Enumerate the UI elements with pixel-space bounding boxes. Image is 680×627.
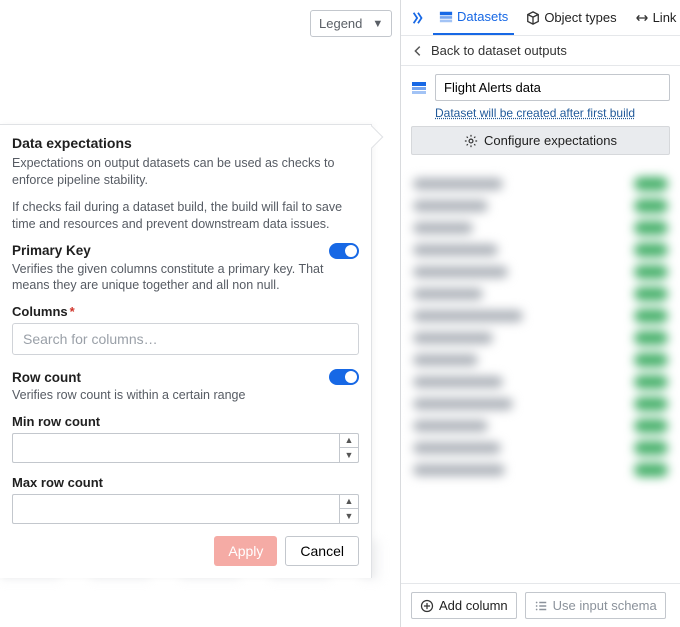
min-row-count-label: Min row count	[12, 414, 359, 429]
primary-key-toggle[interactable]	[329, 243, 359, 259]
dataset-name-input[interactable]	[435, 74, 670, 101]
gear-icon	[464, 134, 478, 148]
max-row-count-up[interactable]: ▲	[340, 495, 358, 509]
columns-search-input[interactable]	[12, 323, 359, 355]
columns-label: Columns*	[12, 304, 359, 319]
min-row-count-up[interactable]: ▲	[340, 434, 358, 448]
legend-dropdown-label: Legend	[319, 16, 362, 31]
configure-expectations-button[interactable]: Configure expectations	[411, 126, 670, 155]
row-count-desc: Verifies row count is within a certain r…	[12, 387, 359, 404]
max-row-count-down[interactable]: ▼	[340, 509, 358, 523]
back-label: Back to dataset outputs	[431, 43, 567, 58]
tab-datasets[interactable]: Datasets	[433, 0, 514, 35]
required-asterisk: *	[70, 304, 75, 319]
right-tabs: Datasets Object types Link types	[401, 0, 680, 36]
dataset-name-row	[401, 66, 680, 105]
primary-key-desc: Verifies the given columns constitute a …	[12, 261, 359, 295]
max-row-count-input[interactable]	[12, 494, 339, 524]
row-count-label: Row count	[12, 370, 81, 385]
panel-pointer	[361, 126, 384, 149]
dataset-icon	[411, 80, 427, 96]
link-types-icon	[635, 11, 649, 25]
max-row-count-spinners: ▲ ▼	[339, 494, 359, 524]
cancel-button[interactable]: Cancel	[285, 536, 359, 566]
columns-label-text: Columns	[12, 304, 68, 319]
use-input-schema-label: Use input schema	[553, 598, 657, 613]
data-expectations-panel: Data expectations Expectations on output…	[0, 124, 372, 578]
expand-icon[interactable]	[409, 9, 427, 27]
tab-datasets-label: Datasets	[457, 9, 508, 24]
panel-desc-1: Expectations on output datasets can be u…	[12, 155, 359, 189]
max-row-count-label: Max row count	[12, 475, 359, 490]
primary-key-label: Primary Key	[12, 243, 91, 258]
min-row-count-input[interactable]	[12, 433, 339, 463]
row-count-toggle[interactable]	[329, 369, 359, 385]
min-row-count-down[interactable]: ▼	[340, 448, 358, 462]
right-panel: Datasets Object types Link types Back to…	[400, 0, 680, 627]
add-column-label: Add column	[439, 598, 508, 613]
tab-link-types-label: Link types	[653, 10, 680, 25]
add-column-button[interactable]: Add column	[411, 592, 517, 619]
dataset-created-note-link[interactable]: Dataset will be created after first buil…	[435, 106, 635, 120]
datasets-icon	[439, 10, 453, 24]
use-input-schema-button[interactable]: Use input schema	[525, 592, 666, 619]
panel-title: Data expectations	[12, 135, 359, 151]
right-footer: Add column Use input schema	[401, 583, 680, 627]
plus-circle-icon	[420, 599, 434, 613]
configure-expectations-label: Configure expectations	[484, 133, 617, 148]
tab-link-types[interactable]: Link types	[629, 0, 680, 35]
min-row-count-spinners: ▲ ▼	[339, 433, 359, 463]
legend-dropdown[interactable]: Legend ▼	[310, 10, 392, 37]
blurred-column-list	[401, 161, 680, 583]
apply-button[interactable]: Apply	[214, 536, 277, 566]
tab-object-types[interactable]: Object types	[520, 0, 622, 35]
object-types-icon	[526, 11, 540, 25]
tab-object-types-label: Object types	[544, 10, 616, 25]
dataset-created-note: Dataset will be created after first buil…	[401, 105, 680, 126]
back-to-dataset-outputs[interactable]: Back to dataset outputs	[401, 36, 680, 66]
chevron-down-icon: ▼	[372, 18, 383, 30]
panel-desc-2: If checks fail during a dataset build, t…	[12, 199, 359, 233]
list-icon	[534, 599, 548, 613]
chevron-left-icon	[411, 44, 425, 58]
